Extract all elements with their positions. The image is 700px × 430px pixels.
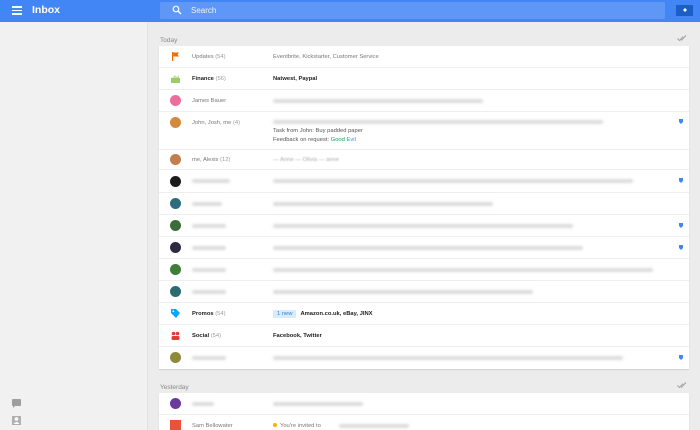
- list-item-redacted[interactable]: [159, 393, 689, 415]
- blurred-text: [192, 179, 230, 183]
- pin-icon[interactable]: [679, 355, 683, 360]
- pin-icon[interactable]: [679, 245, 683, 250]
- check-all-icon[interactable]: [677, 35, 687, 42]
- avatar: [170, 420, 181, 430]
- list-item-redacted[interactable]: [159, 347, 689, 369]
- list-item-redacted[interactable]: [159, 259, 689, 281]
- blurred-text: [273, 246, 583, 250]
- sender-john: John, Josh, me (4): [192, 120, 241, 126]
- flag-icon: [172, 52, 179, 61]
- section-title-yesterday: Yesterday: [160, 384, 189, 391]
- feedback-line: Feedback on request: Good Evil: [273, 137, 356, 143]
- promos-tag-icon: [171, 309, 180, 318]
- sender-alexis: me, Alexis (12): [192, 157, 231, 163]
- subject-alexis: — Anne — Olivia — anne: [273, 157, 340, 163]
- avatar: [170, 198, 181, 209]
- app-title: Inbox: [32, 4, 60, 16]
- blurred-text: [339, 424, 409, 428]
- check-all-icon[interactable]: [677, 382, 687, 389]
- subject-sam: You're invited to: [273, 423, 321, 429]
- event-dot: [273, 423, 277, 428]
- sender-promos: Promos (54): [192, 311, 226, 317]
- sender-finance: Finance (56): [192, 76, 226, 82]
- blurred-text: [192, 202, 222, 206]
- blurred-text: [273, 268, 653, 272]
- search-icon[interactable]: [172, 5, 182, 15]
- blurred-text: [273, 120, 603, 124]
- evil-option[interactable]: Evil: [347, 137, 356, 143]
- sidebar: [0, 22, 148, 430]
- blurred-text: [192, 268, 226, 272]
- yesterday-list: Sam Bellowater You're invited to: [159, 393, 689, 430]
- chat-icon[interactable]: [11, 398, 22, 409]
- blurred-text: [192, 402, 214, 406]
- pin-toggle-button[interactable]: [676, 5, 693, 16]
- sender-updates: Updates (54): [192, 54, 226, 60]
- list-item-redacted[interactable]: [159, 170, 689, 193]
- list-item-james[interactable]: James Bauer: [159, 90, 689, 112]
- list-item-updates[interactable]: Updates (54) Eventbrite, Kickstarter, Cu…: [159, 46, 689, 68]
- task-line: Task from John: Buy padded paper: [273, 128, 363, 134]
- blurred-text: [192, 290, 226, 294]
- list-item-sam[interactable]: Sam Bellowater You're invited to: [159, 415, 689, 430]
- avatar: [170, 154, 181, 165]
- good-option[interactable]: Good: [331, 137, 345, 143]
- subject-promos: 1 new Amazon.co.uk, eBay, JINX: [273, 310, 373, 318]
- sender-sam: Sam Bellowater: [192, 423, 233, 429]
- blurred-text: [273, 402, 363, 406]
- avatar: [170, 398, 181, 409]
- person-icon[interactable]: [11, 415, 22, 426]
- blurred-text: [192, 224, 226, 228]
- list-item-redacted[interactable]: [159, 215, 689, 237]
- list-item-redacted[interactable]: [159, 281, 689, 303]
- top-app-bar: Inbox: [0, 0, 700, 22]
- list-item-redacted[interactable]: [159, 237, 689, 259]
- subject-finance: Natwest, Paypal: [273, 76, 318, 82]
- today-list: Updates (54) Eventbrite, Kickstarter, Cu…: [159, 46, 689, 369]
- avatar: [170, 220, 181, 231]
- avatar: [170, 95, 181, 106]
- avatar: [170, 117, 181, 128]
- search-bar[interactable]: [160, 2, 665, 19]
- avatar: [170, 176, 181, 187]
- list-item-john[interactable]: John, Josh, me (4) Task from John: Buy p…: [159, 112, 689, 150]
- list-item-alexis[interactable]: me, Alexis (12) — Anne — Olivia — anne: [159, 150, 689, 170]
- section-title-today: Today: [160, 37, 178, 44]
- blurred-text: [273, 290, 533, 294]
- blurred-text: [273, 224, 573, 228]
- sender-social: Social (54): [192, 333, 222, 339]
- avatar: [170, 242, 181, 253]
- blurred-text: [192, 246, 226, 250]
- finance-icon: [171, 75, 180, 83]
- blurred-text: [273, 356, 623, 360]
- list-item-finance[interactable]: Finance (56) Natwest, Paypal: [159, 68, 689, 90]
- subject-social: Facebook, Twitter: [273, 333, 322, 339]
- list-item-social[interactable]: Social (54) Facebook, Twitter: [159, 325, 689, 347]
- pin-icon: [682, 8, 687, 13]
- pin-icon[interactable]: [679, 178, 683, 183]
- new-badge: 1 new: [273, 310, 297, 318]
- blurred-text: [273, 99, 483, 103]
- avatar: [170, 352, 181, 363]
- social-icon: [171, 331, 180, 340]
- blurred-text: [273, 179, 633, 183]
- search-input[interactable]: [191, 2, 631, 19]
- list-item-redacted[interactable]: [159, 193, 689, 215]
- blurred-text: [273, 202, 493, 206]
- avatar: [170, 264, 181, 275]
- pin-icon[interactable]: [679, 223, 683, 228]
- menu-icon[interactable]: [12, 6, 22, 15]
- pin-icon[interactable]: [679, 119, 683, 124]
- list-item-promos[interactable]: Promos (54) 1 new Amazon.co.uk, eBay, JIN…: [159, 303, 689, 325]
- sender-james: James Bauer: [192, 98, 227, 104]
- blurred-text: [192, 356, 226, 360]
- subject-updates: Eventbrite, Kickstarter, Customer Servic…: [273, 54, 379, 60]
- avatar: [170, 286, 181, 297]
